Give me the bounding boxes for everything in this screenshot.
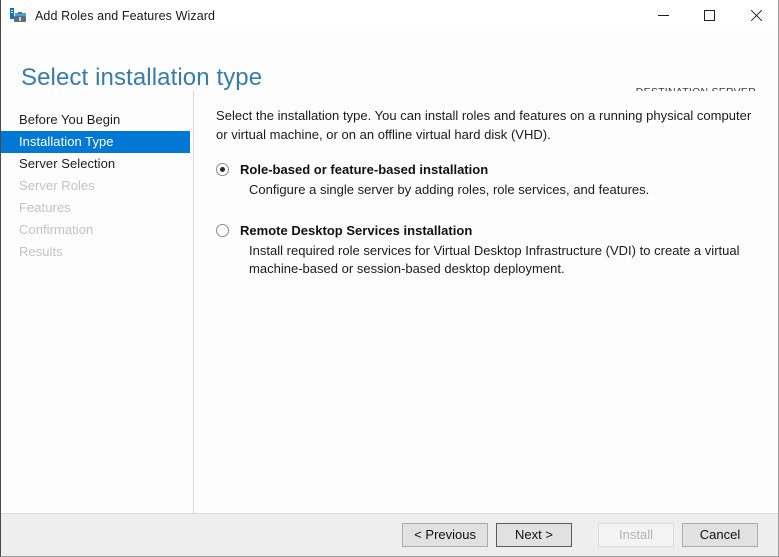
wizard-window: Add Roles and Features Wizard Select ins… — [0, 0, 779, 557]
sidebar-item-results: Results — [19, 244, 63, 259]
intro-text: Select the installation type. You can in… — [216, 108, 752, 142]
option-description-role-based: Configure a single server by adding role… — [249, 182, 650, 197]
wizard-toolbox-icon — [9, 7, 27, 25]
wizard-footer: < Previous Next > Install Cancel — [1, 513, 778, 556]
close-button[interactable] — [732, 0, 778, 31]
cancel-button[interactable]: Cancel — [682, 523, 758, 547]
option-description-remote-desktop: Install required role services for Virtu… — [249, 242, 740, 277]
sidebar-item-server-selection[interactable]: Server Selection — [1, 153, 190, 175]
footer-spacer — [572, 535, 590, 536]
option-role-based-installation[interactable]: Role-based or feature-based installation… — [216, 161, 756, 200]
wizard-step-nav: Before You Begin Installation Type Serve… — [1, 91, 194, 513]
maximize-icon — [703, 10, 715, 21]
minimize-button[interactable] — [640, 0, 686, 31]
page-header: Select installation type DESTINATION SER… — [1, 31, 778, 112]
page-title: Select installation type — [21, 64, 263, 91]
close-icon — [749, 9, 762, 22]
option-label-remote-desktop[interactable]: Remote Desktop Services installation — [240, 222, 756, 239]
radio-role-based-installation[interactable] — [216, 163, 229, 176]
previous-button[interactable]: < Previous — [402, 523, 488, 547]
radio-remote-desktop-services[interactable] — [216, 223, 229, 237]
main-content: Select the installation type. You can in… — [194, 91, 778, 513]
window-controls — [640, 0, 778, 31]
sidebar-item-features: Features — [19, 200, 71, 215]
install-button: Install — [598, 523, 674, 547]
title-bar: Add Roles and Features Wizard — [1, 0, 778, 31]
option-remote-desktop-services[interactable]: Remote Desktop Services installation Ins… — [216, 222, 756, 279]
sidebar-item-installation-type[interactable]: Installation Type — [1, 131, 190, 153]
wizard-body: Before You Begin Installation Type Serve… — [1, 91, 778, 513]
option-label-role-based[interactable]: Role-based or feature-based installation — [240, 161, 756, 178]
window-title: Add Roles and Features Wizard — [35, 8, 216, 23]
sidebar-item-server-roles: Server Roles — [19, 178, 95, 193]
sidebar-item-confirmation: Confirmation — [19, 222, 94, 237]
minimize-icon — [657, 15, 669, 16]
maximize-button[interactable] — [686, 0, 732, 31]
sidebar-item-before-you-begin[interactable]: Before You Begin — [1, 109, 190, 131]
next-button[interactable]: Next > — [496, 523, 572, 547]
